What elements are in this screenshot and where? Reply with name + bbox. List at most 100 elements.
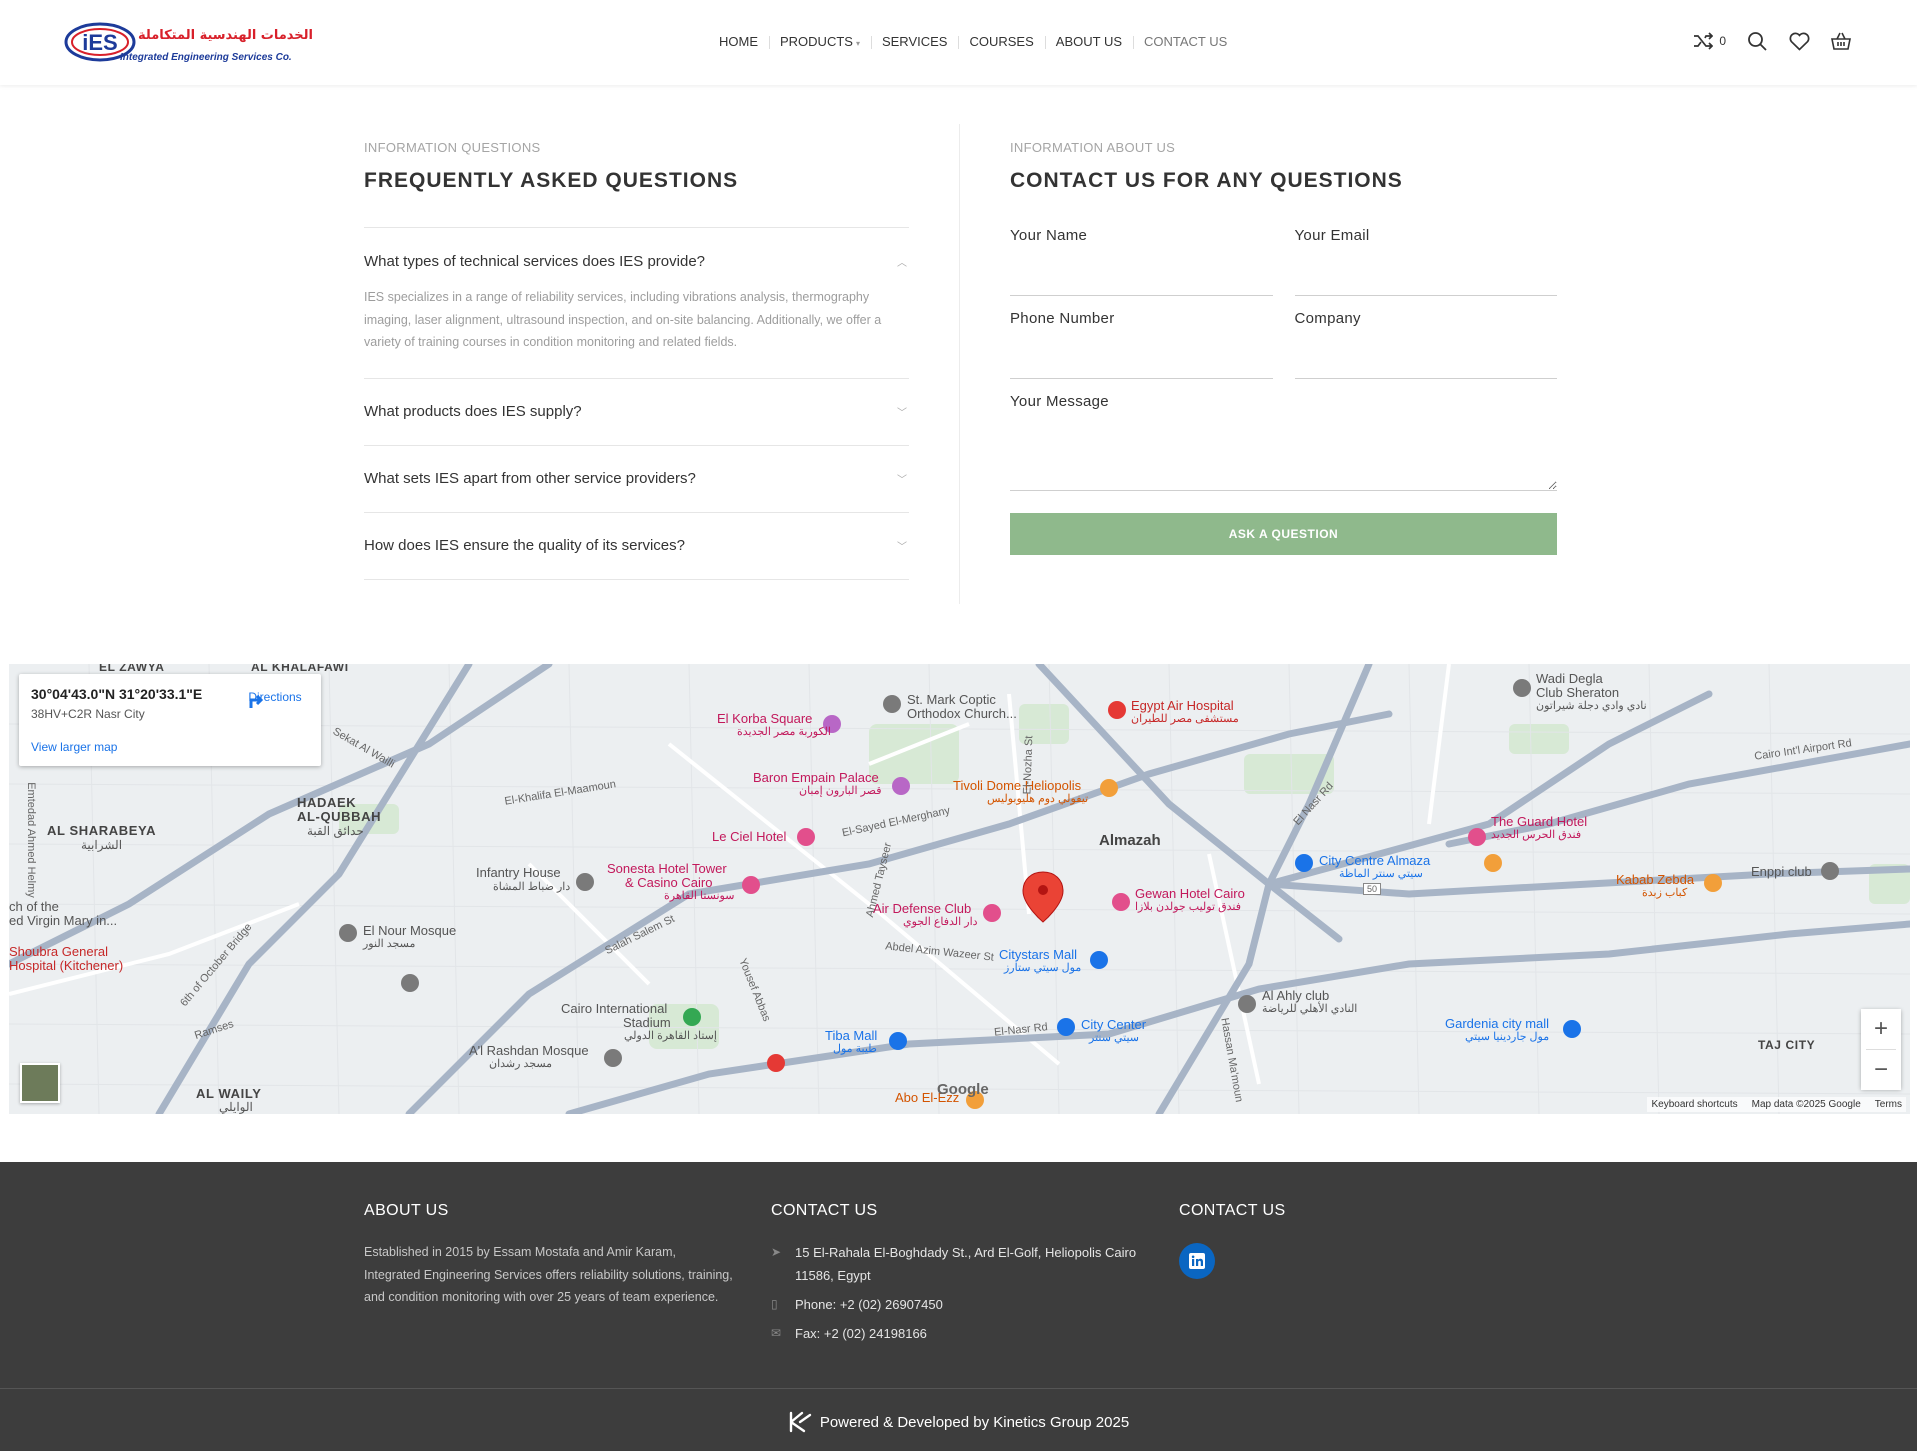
zoom-out-button[interactable]: − xyxy=(1861,1050,1901,1090)
company-label: Company xyxy=(1294,310,1361,327)
chevron-down-icon: ﹀ xyxy=(897,408,907,419)
footer-phone-text[interactable]: Phone: +2 (02) 26907450 xyxy=(795,1293,943,1316)
map-label-enppi: Enppi club xyxy=(1751,864,1812,879)
phone-label: Phone Number xyxy=(1010,310,1115,327)
logo-english: Integrated Engineering Services Co. xyxy=(120,52,292,63)
view-larger-map-link[interactable]: View larger map xyxy=(31,740,117,754)
faq-question[interactable]: How does IES ensure the quality of its s… xyxy=(364,513,909,579)
faq-question[interactable]: What products does IES supply? ﹀ xyxy=(364,379,909,445)
map-label-air-defense-ar: دار الدفاع الجوي xyxy=(903,916,978,928)
map-label-sonesta: Sonesta Hotel Tower xyxy=(607,861,727,876)
footer-address: ➤ 15 El-Rahala El-Boghdady St., Ard El-G… xyxy=(771,1241,1141,1287)
basket-icon xyxy=(1831,32,1851,50)
map-label-sonesta-2: & Casino Cairo xyxy=(625,875,713,890)
directions-icon xyxy=(249,694,264,708)
nav-courses[interactable]: COURSES xyxy=(958,30,1044,54)
heart-icon xyxy=(1789,32,1809,51)
map-label-citystars: Citystars Mall xyxy=(999,947,1078,962)
map-label-stadium: Cairo International xyxy=(561,1001,668,1016)
map-info-card: 30°04'43.0"N 31°20'33.1"E 38HV+C2R Nasr … xyxy=(19,674,321,766)
location-arrow-icon: ➤ xyxy=(771,1245,782,1259)
map-label-infantry: Infantry House xyxy=(476,865,561,880)
powered-by-text[interactable]: Powered & Developed by Kinetics Group 20… xyxy=(820,1414,1129,1431)
nav-about[interactable]: ABOUT US xyxy=(1044,30,1133,54)
nav-services-label: SERVICES xyxy=(881,34,948,49)
company-field[interactable] xyxy=(1294,349,1557,379)
logo-mark-text: iES xyxy=(82,30,117,55)
compare-button[interactable]: 0 xyxy=(1693,30,1726,52)
phone-field[interactable] xyxy=(1010,349,1273,379)
directions-button[interactable]: Directions xyxy=(247,688,303,708)
map-road-emtedad: Emtedad Ahmed Helmy xyxy=(24,782,37,898)
footer-social: CONTACT US xyxy=(1179,1202,1286,1279)
ask-question-button[interactable]: ASK A QUESTION xyxy=(1010,513,1557,555)
footer-social-title: CONTACT US xyxy=(1179,1202,1286,1219)
map-label-ahly-ar: النادي الأهلي للرياضة xyxy=(1262,1003,1358,1015)
cart-button[interactable] xyxy=(1830,30,1852,52)
footer-about-title: ABOUT US xyxy=(364,1202,449,1219)
mobile-icon: ▯ xyxy=(771,1297,778,1311)
message-field[interactable] xyxy=(1010,431,1557,491)
map-label-waily-ar: الوايلي xyxy=(219,1100,253,1114)
name-field[interactable] xyxy=(1010,266,1273,296)
map-label-sharabeya: AL SHARABEYA xyxy=(47,823,157,838)
site-header: iES الخدمات الهندسية المتكاملة Integrate… xyxy=(0,0,1917,85)
map-label-city-centre: City Centre Almaza xyxy=(1319,853,1431,868)
map-label-zawya: EL ZAWYA xyxy=(99,664,165,674)
map-label-shoubra: Shoubra General xyxy=(9,944,109,959)
location-pin xyxy=(1022,871,1064,923)
faq-item: What products does IES supply? ﹀ xyxy=(364,379,909,446)
faq-question-text: How does IES ensure the quality of its s… xyxy=(364,537,685,554)
map-label-nour-ar: مسجد النور xyxy=(363,938,416,950)
company-field-group: Company xyxy=(1294,304,1557,387)
envelope-icon: ✉ xyxy=(771,1326,782,1340)
main-nav: HOME PRODUCTS ▾ SERVICES COURSES ABOUT US… xyxy=(708,30,1238,54)
zoom-in-button[interactable]: + xyxy=(1861,1009,1901,1049)
email-field[interactable] xyxy=(1294,266,1557,296)
footer-separator xyxy=(0,1388,1917,1389)
faq-question[interactable]: What types of technical services does IE… xyxy=(364,228,909,294)
map-label-city-center-ar: سيتي سنتر xyxy=(1089,1032,1140,1044)
map-label-tivoli-ar: تيفولي دوم هليوبوليس xyxy=(987,793,1089,805)
satellite-toggle[interactable] xyxy=(20,1063,60,1103)
map-label-rashdan: A'l Rashdan Mosque xyxy=(469,1043,589,1058)
nav-contact[interactable]: CONTACT US xyxy=(1133,30,1238,54)
terms-link[interactable]: Terms xyxy=(1875,1099,1902,1110)
keyboard-shortcuts-link[interactable]: Keyboard shortcuts xyxy=(1651,1099,1737,1110)
contact-eyebrow: INFORMATION ABOUT US xyxy=(1010,140,1176,155)
faq-question[interactable]: What sets IES apart from other service p… xyxy=(364,446,909,512)
map-label-gardenia: Gardenia city mall xyxy=(1445,1016,1550,1031)
faq-question-text: What products does IES supply? xyxy=(364,403,582,420)
shuffle-icon xyxy=(1694,32,1714,50)
nav-home[interactable]: HOME xyxy=(708,30,769,54)
map-label-sharabeya-ar: الشرابية xyxy=(81,838,123,852)
map-label-waily: AL WAILY xyxy=(196,1086,262,1101)
section-divider xyxy=(959,124,960,604)
nav-about-label: ABOUT US xyxy=(1055,34,1122,49)
map-road-nozha: El-Nozha St xyxy=(1021,735,1036,795)
map-label-guard: The Guard Hotel xyxy=(1491,814,1588,829)
nav-services[interactable]: SERVICES xyxy=(870,30,959,54)
logo[interactable]: iES الخدمات الهندسية المتكاملة Integrate… xyxy=(64,20,313,68)
search-icon xyxy=(1748,32,1767,51)
map-label-citystars-ar: مول سيتي ستارز xyxy=(1004,962,1082,974)
map-label-gewan: Gewan Hotel Cairo xyxy=(1135,886,1245,901)
search-button[interactable] xyxy=(1746,30,1768,52)
compare-count: 0 xyxy=(1719,34,1726,48)
message-label: Your Message xyxy=(1010,393,1109,410)
map-label-guard-ar: فندق الحرس الجديد xyxy=(1491,829,1582,841)
map-label-egyptair: Egypt Air Hospital xyxy=(1131,698,1234,713)
faq-question-text: What sets IES apart from other service p… xyxy=(364,470,696,487)
footer-about: ABOUT US Established in 2015 by Essam Mo… xyxy=(364,1202,734,1309)
footer-address-text: 15 El-Rahala El-Boghdady St., Ard El-Gol… xyxy=(795,1245,1137,1283)
map-label-le-ciel: Le Ciel Hotel xyxy=(712,829,787,844)
map-data-text: Map data ©2025 Google xyxy=(1751,1099,1861,1110)
wishlist-button[interactable] xyxy=(1788,30,1810,52)
nav-contact-label: CONTACT US xyxy=(1144,34,1228,49)
footer-fax-text: Fax: +2 (02) 24198166 xyxy=(795,1326,927,1341)
map-embed[interactable]: HADAEK AL-QUBBAH حدائق القبة AL SHARABEY… xyxy=(9,664,1910,1114)
linkedin-button[interactable] xyxy=(1179,1243,1215,1279)
contact-form: Your Name Your Email Phone Number Compan… xyxy=(1010,221,1557,555)
nav-products[interactable]: PRODUCTS ▾ xyxy=(769,30,871,54)
map-label-hadaek-2: AL-QUBBAH xyxy=(297,809,382,824)
